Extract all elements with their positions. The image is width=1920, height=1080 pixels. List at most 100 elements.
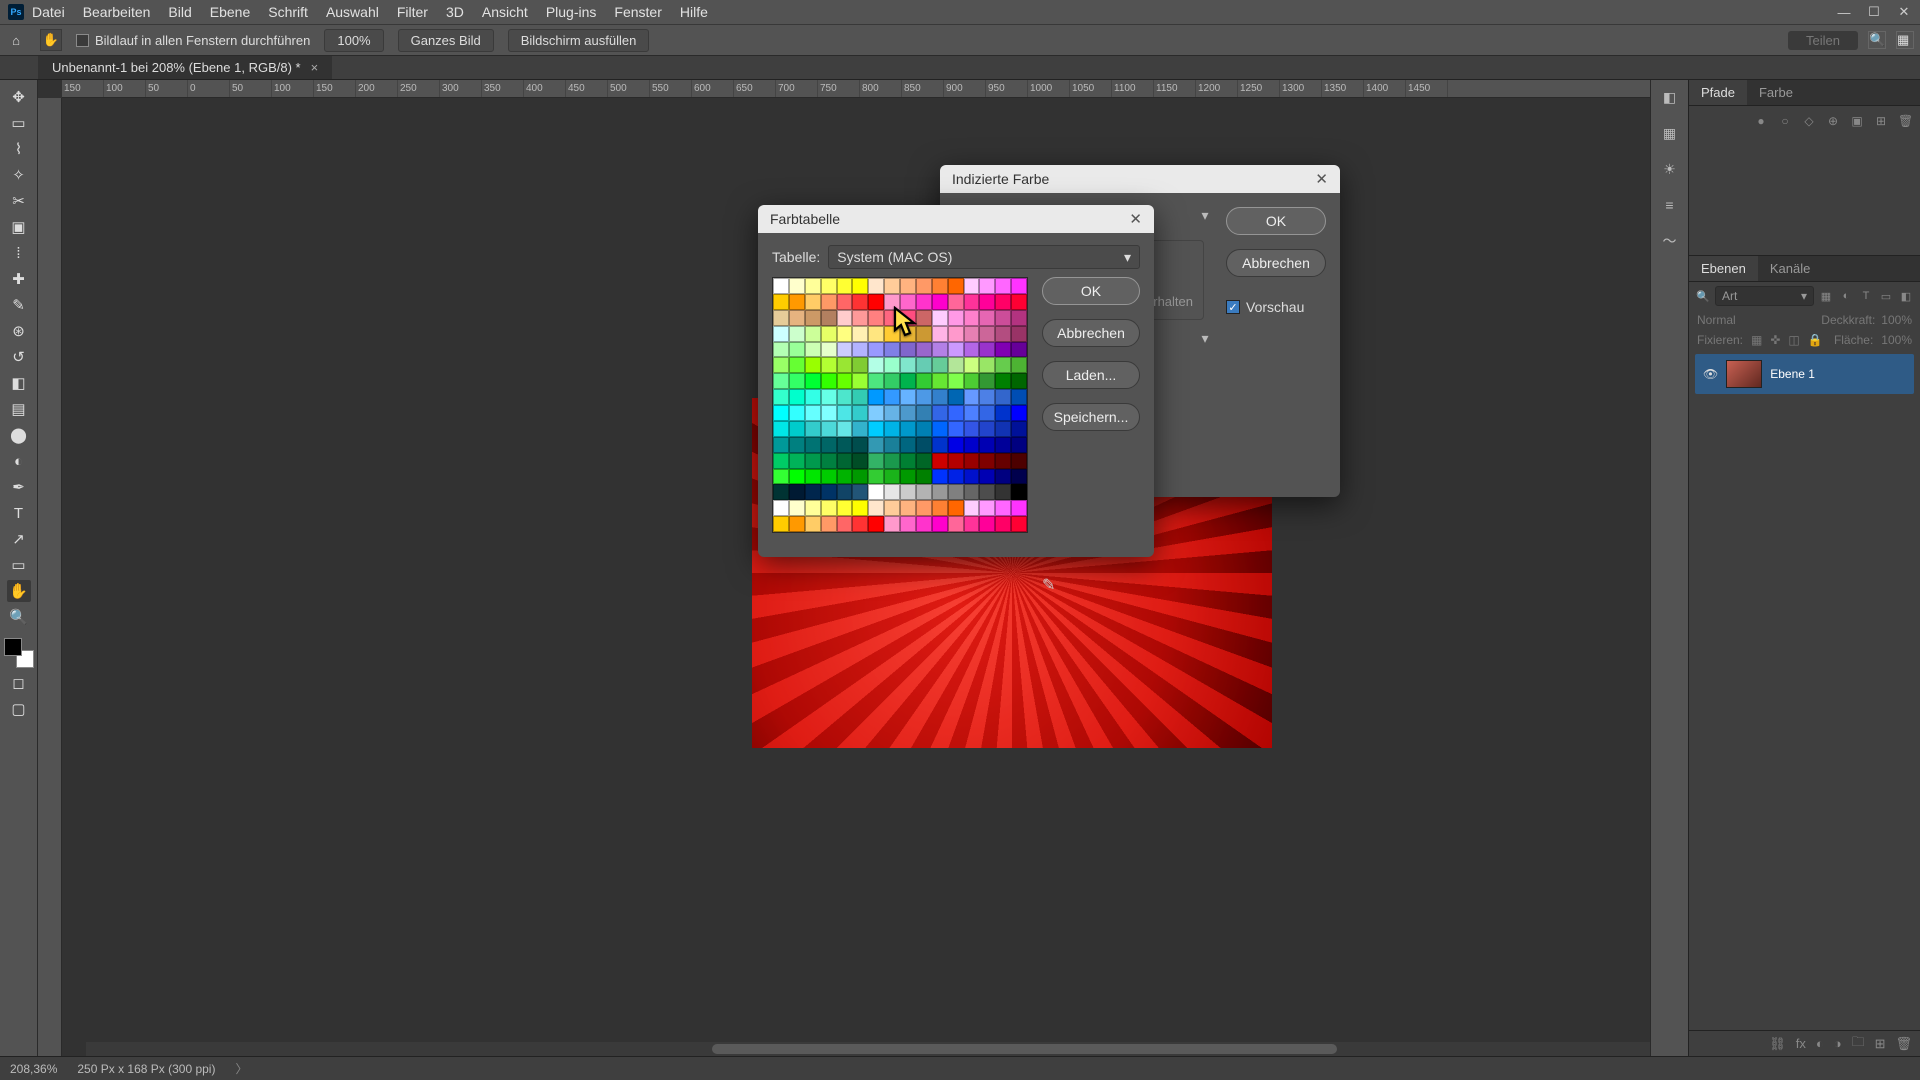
color-swatch[interactable] [868,421,884,437]
color-swatch[interactable] [979,342,995,358]
color-swatch[interactable] [884,405,900,421]
color-swatch[interactable] [916,278,932,294]
color-swatch[interactable] [932,310,948,326]
color-swatch[interactable] [979,373,995,389]
indexed-palette-chevron-icon[interactable]: ▾ [1196,207,1214,224]
color-swatch[interactable] [932,421,948,437]
color-swatch[interactable] [1011,357,1027,373]
menu-edit[interactable]: Bearbeiten [83,4,151,20]
color-swatch[interactable] [964,516,980,532]
color-swatch[interactable] [821,437,837,453]
color-swatches[interactable] [4,638,34,668]
filter-adjust-icon[interactable]: ◐ [1838,288,1854,304]
color-swatch[interactable] [837,484,853,500]
scrollbar-horizontal[interactable] [86,1042,1650,1056]
color-swatch[interactable] [837,453,853,469]
colortable-cancel-button[interactable]: Abbrechen [1042,319,1140,347]
color-swatch[interactable] [900,373,916,389]
color-swatch[interactable] [995,437,1011,453]
adjust-icon[interactable]: ◑ [1834,1036,1842,1051]
search-icon[interactable]: 🔍 [1695,288,1711,304]
color-swatch[interactable] [884,516,900,532]
color-swatch[interactable] [964,484,980,500]
color-swatch[interactable] [868,278,884,294]
lock-pos-icon[interactable]: ✜ [1770,333,1780,347]
indexed-dialog-titlebar[interactable]: Indizierte Farbe ✕ [940,165,1340,193]
color-swatch[interactable] [964,500,980,516]
color-swatch[interactable] [932,294,948,310]
color-swatch[interactable] [900,469,916,485]
color-swatch[interactable] [979,437,995,453]
color-swatch[interactable] [1011,405,1027,421]
color-swatch[interactable] [948,373,964,389]
color-swatch[interactable] [900,294,916,310]
color-swatch[interactable] [948,437,964,453]
color-swatch[interactable] [805,421,821,437]
filter-smart-icon[interactable]: ◧ [1898,288,1914,304]
color-swatch[interactable] [805,357,821,373]
color-swatch[interactable] [948,357,964,373]
color-swatch[interactable] [805,469,821,485]
indexed-cancel-button[interactable]: Abbrechen [1226,249,1326,277]
table-select[interactable]: System (MAC OS) ▾ [828,245,1140,269]
color-swatch[interactable] [789,357,805,373]
opacity-value[interactable]: 100% [1881,313,1912,327]
color-swatch[interactable] [948,310,964,326]
color-swatch[interactable] [979,294,995,310]
indexed-ok-button[interactable]: OK [1226,207,1326,235]
color-swatch[interactable] [932,342,948,358]
color-swatch[interactable] [916,373,932,389]
color-swatch[interactable] [979,484,995,500]
color-swatch[interactable] [1011,278,1027,294]
stamp-tool-icon[interactable]: ⊛ [7,320,31,342]
color-swatch[interactable] [868,453,884,469]
menu-layer[interactable]: Ebene [210,4,250,20]
color-swatch[interactable] [868,516,884,532]
color-swatch[interactable] [789,516,805,532]
color-swatch[interactable] [868,326,884,342]
color-swatch[interactable] [773,405,789,421]
color-swatch[interactable] [932,484,948,500]
path-sel-icon[interactable]: ◇ [1802,114,1816,128]
color-swatch[interactable] [995,500,1011,516]
color-swatch[interactable] [916,357,932,373]
colortable-close-icon[interactable]: ✕ [1129,210,1142,228]
color-swatch[interactable] [900,310,916,326]
color-swatch[interactable] [916,294,932,310]
path-tool-icon[interactable]: ↗ [7,528,31,550]
color-swatch[interactable] [789,500,805,516]
color-swatch[interactable] [900,437,916,453]
filter-pixel-icon[interactable]: ▦ [1818,288,1834,304]
color-swatch[interactable] [948,484,964,500]
status-chevron-icon[interactable]: 〉 [235,1060,247,1077]
color-swatch[interactable] [932,469,948,485]
color-swatch[interactable] [852,516,868,532]
tab-channels[interactable]: Kanäle [1758,256,1822,281]
color-swatch[interactable] [948,405,964,421]
color-swatch[interactable] [868,357,884,373]
color-swatch[interactable] [837,516,853,532]
color-swatch[interactable] [900,405,916,421]
color-swatch[interactable] [773,342,789,358]
window-maximize-icon[interactable]: ☐ [1862,3,1886,21]
color-swatch[interactable] [868,294,884,310]
trash-icon[interactable]: 🗑 [1895,1036,1912,1052]
foreground-swatch[interactable] [4,638,22,656]
color-swatch[interactable] [900,484,916,500]
workspace-icon[interactable]: ▦ [1896,31,1914,49]
color-swatch[interactable] [773,389,789,405]
color-swatch[interactable] [852,405,868,421]
color-swatch[interactable] [773,294,789,310]
color-swatch[interactable] [821,294,837,310]
shape-tool-icon[interactable]: ▭ [7,554,31,576]
color-swatch[interactable] [773,326,789,342]
color-swatch[interactable] [852,421,868,437]
menu-select[interactable]: Auswahl [326,4,379,20]
color-swatch[interactable] [821,516,837,532]
color-swatch[interactable] [868,500,884,516]
color-swatch[interactable] [884,278,900,294]
screenmode-icon[interactable]: ▢ [7,698,31,720]
color-swatch[interactable] [995,405,1011,421]
color-swatch[interactable] [789,310,805,326]
color-swatch[interactable] [979,310,995,326]
